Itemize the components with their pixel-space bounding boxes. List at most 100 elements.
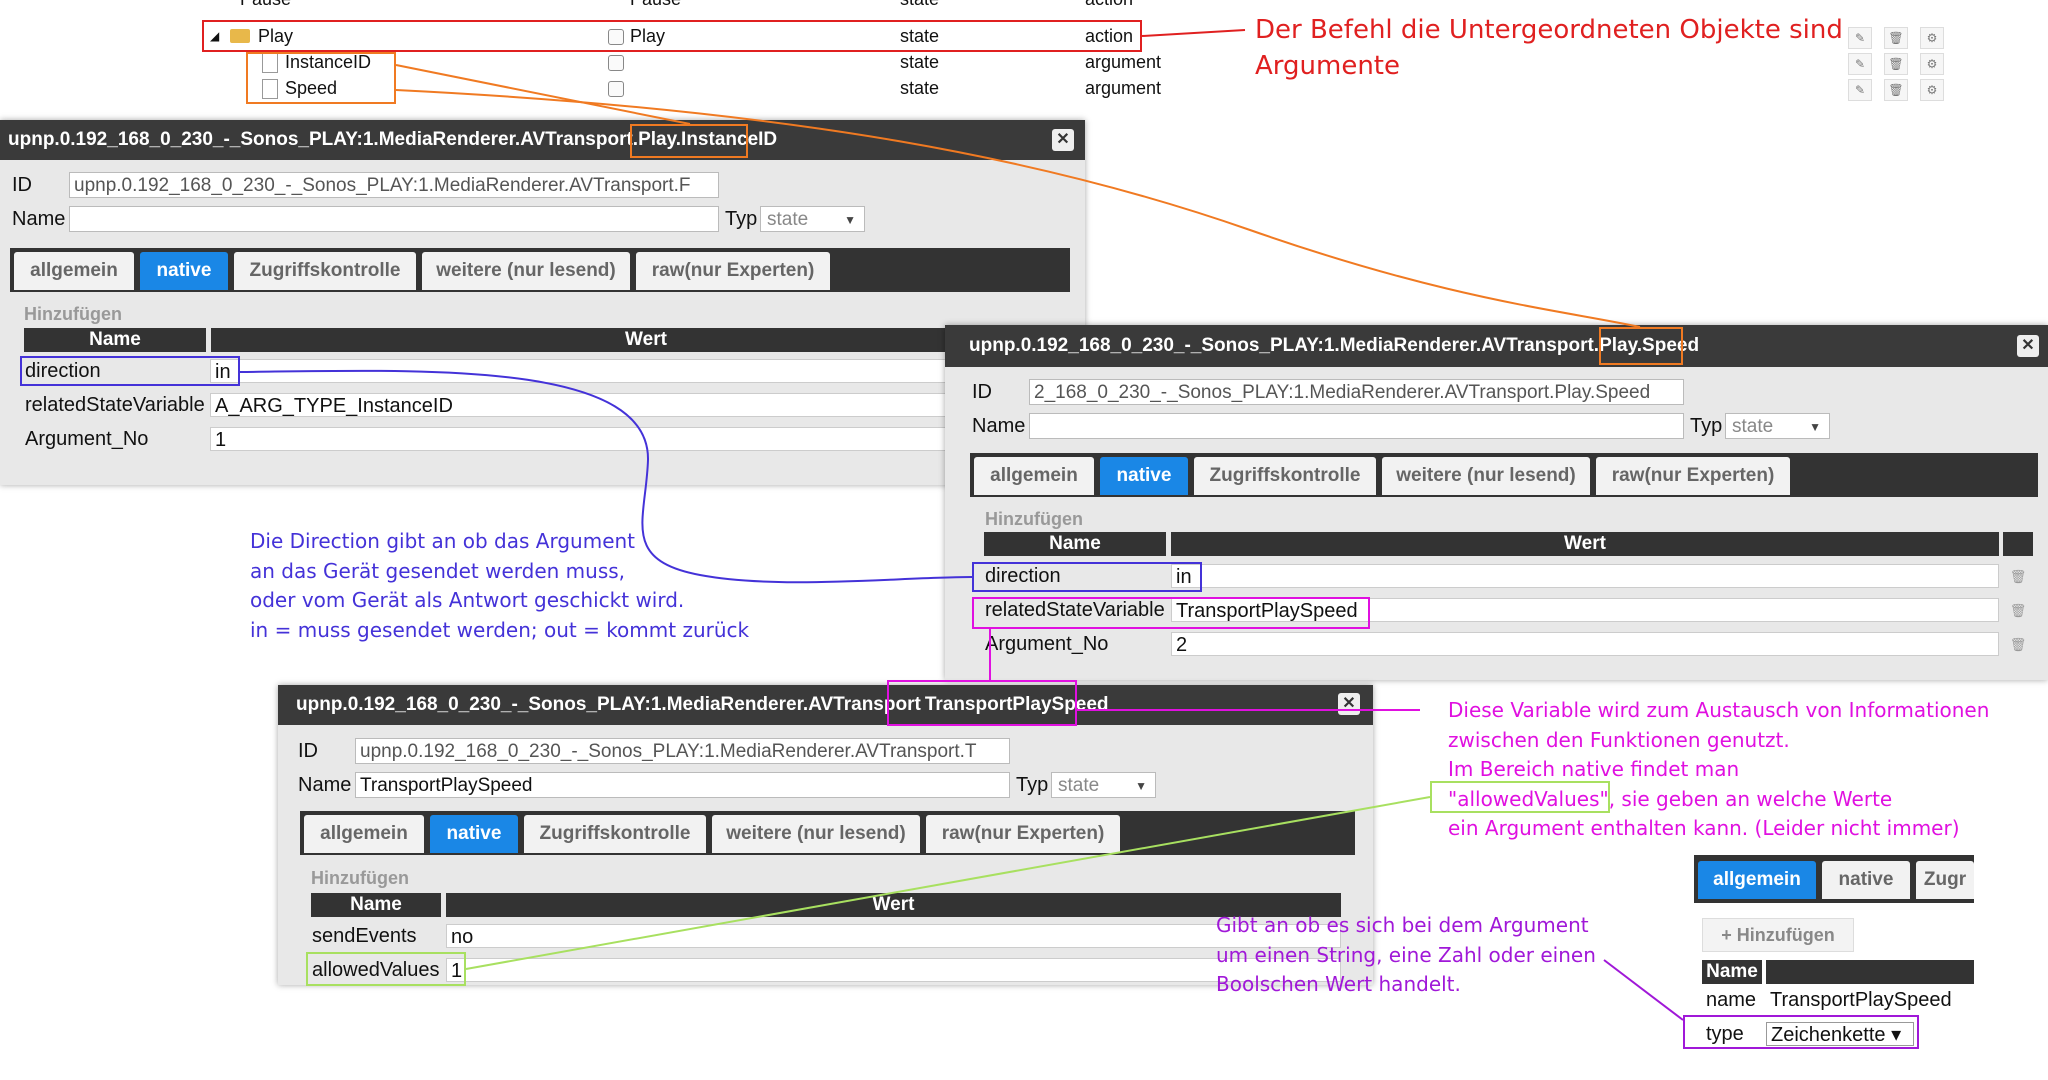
col-value-header: Wert: [446, 893, 1341, 917]
annotation-magenta: Diese Variable wird zum Austausch von In…: [1448, 698, 1990, 840]
dialog-title: upnp.0.192_168_0_230_-_Sonos_PLAY:1.Medi…: [278, 685, 1373, 725]
trash-icon[interactable]: 🗑: [1884, 79, 1908, 101]
id-label: ID: [298, 740, 318, 762]
name-label: Name: [972, 415, 1026, 437]
trash-icon[interactable]: 🗑: [2009, 602, 2027, 620]
tab-zugriffskontrolle[interactable]: Zugr: [1916, 861, 1974, 899]
tab-bar: allgemein native Zugriffskontrolle weite…: [10, 248, 1070, 292]
tab-weitere[interactable]: weitere (nur lesend): [422, 252, 630, 290]
highlight-play-row: [202, 20, 1142, 52]
tab-raw[interactable]: raw(nur Experten): [926, 815, 1120, 853]
tab-native[interactable]: native: [1822, 861, 1910, 899]
table-row[interactable]: Pause Pause state action: [190, 0, 1960, 10]
tree-name: Pause: [240, 0, 291, 10]
typ-select[interactable]: state ▼: [760, 206, 865, 232]
name-field[interactable]: [69, 206, 719, 232]
tab-zugriffskontrolle[interactable]: Zugriffskontrolle: [234, 252, 416, 290]
add-button[interactable]: Hinzufügen: [24, 304, 122, 325]
id-field[interactable]: 2_168_0_230_-_Sonos_PLAY:1.MediaRenderer…: [1029, 379, 1684, 405]
tab-bar: allgemein native Zugriffskontrolle weite…: [300, 811, 1355, 855]
trash-icon[interactable]: 🗑: [1884, 27, 1908, 49]
gear-icon[interactable]: ⚙: [1920, 53, 1944, 75]
highlight-direction-2: [972, 562, 1202, 592]
add-button[interactable]: Hinzufügen: [985, 509, 1083, 530]
row-name: Argument_No: [25, 428, 149, 450]
row-value[interactable]: TransportPlaySpeed: [1766, 988, 1974, 1012]
tab-zugriffskontrolle[interactable]: Zugriffskontrolle: [1194, 457, 1376, 495]
annotation-red: Der Befehl die Untergeordneten Objekte s…: [1255, 15, 1843, 81]
dialog-title: upnp.0.192_168_0_230_-_Sonos_PLAY:1.Medi…: [945, 325, 2048, 367]
tab-raw[interactable]: raw(nur Experten): [1596, 457, 1790, 495]
typ-label: Typ: [1690, 415, 1723, 437]
chevron-down-icon: ▼: [1809, 420, 1821, 434]
gear-icon[interactable]: ⚙: [1920, 27, 1944, 49]
col-name-header: Name: [311, 893, 441, 917]
highlight-direction-1: [20, 356, 240, 386]
name-label: Name: [298, 774, 352, 796]
tab-allgemein[interactable]: allgemein: [14, 252, 134, 290]
row-value[interactable]: no: [446, 924, 1341, 948]
row-name: Argument_No: [985, 633, 1109, 655]
name-field[interactable]: TransportPlaySpeed: [355, 772, 1010, 798]
col-name-header: Name: [24, 328, 206, 352]
id-field[interactable]: upnp.0.192_168_0_230_-_Sonos_PLAY:1.Medi…: [355, 738, 1010, 764]
tab-raw[interactable]: raw(nur Experten): [636, 252, 830, 290]
tree-rolename: argument: [1085, 78, 1162, 98]
tree-rolename: argument: [1085, 52, 1162, 72]
tree-rolename: action: [1085, 0, 1133, 10]
tab-native[interactable]: native: [140, 252, 228, 290]
edit-icon[interactable]: ✎: [1848, 79, 1872, 101]
annotation-blue: Die Direction gibt an ob das Argument an…: [250, 529, 750, 642]
add-button[interactable]: Hinzufügen: [311, 868, 409, 889]
row-name: relatedStateVariable: [25, 394, 205, 416]
name-label: Name: [12, 208, 66, 230]
highlight-instanceid-title: [630, 124, 748, 158]
tab-bar: allgemein native Zugriffskontrolle weite…: [970, 453, 2038, 497]
id-label: ID: [12, 174, 32, 196]
col-value-header: Wert: [1171, 532, 1999, 556]
typ-select[interactable]: state ▼: [1051, 772, 1156, 798]
dialog-instanceid: upnp.0.192_168_0_230_-_Sonos_PLAY:1.Medi…: [0, 120, 1085, 485]
trash-icon[interactable]: 🗑: [2009, 568, 2027, 586]
highlight-transportplayspeed-title: [887, 680, 1077, 726]
close-icon[interactable]: ✕: [2017, 335, 2039, 357]
tab-zugriffskontrolle[interactable]: Zugriffskontrolle: [524, 815, 706, 853]
name-field[interactable]: [1029, 413, 1684, 439]
role-icon: [608, 81, 624, 97]
edit-icon[interactable]: ✎: [1848, 53, 1872, 75]
col-name-header: Name: [984, 532, 1166, 556]
chevron-down-icon: ▼: [1135, 779, 1147, 793]
tab-allgemein[interactable]: allgemein: [974, 457, 1094, 495]
id-field[interactable]: upnp.0.192_168_0_230_-_Sonos_PLAY:1.Medi…: [69, 172, 719, 198]
row-name: sendEvents: [312, 925, 417, 947]
tab-native[interactable]: native: [430, 815, 518, 853]
dialog-title: upnp.0.192_168_0_230_-_Sonos_PLAY:1.Medi…: [0, 120, 1085, 160]
col-value-header: [1766, 960, 1974, 984]
col-name-header: Name: [1702, 960, 1762, 984]
close-icon[interactable]: ✕: [1052, 129, 1074, 151]
chevron-down-icon: ▼: [844, 213, 856, 227]
highlight-allowedvalues-row: [306, 952, 466, 986]
edit-icon[interactable]: ✎: [1848, 27, 1872, 49]
row-value[interactable]: 2: [1171, 632, 1999, 656]
tree-role: Pause: [630, 0, 681, 10]
tab-weitere[interactable]: weitere (nur lesend): [1382, 457, 1590, 495]
typ-select[interactable]: state ▼: [1725, 413, 1830, 439]
tab-allgemein[interactable]: allgemein: [1698, 861, 1816, 899]
tab-bar: allgemein native Zugr: [1694, 855, 1974, 903]
gear-icon[interactable]: ⚙: [1920, 79, 1944, 101]
trash-icon[interactable]: 🗑: [1884, 53, 1908, 75]
tab-allgemein[interactable]: allgemein: [304, 815, 424, 853]
tree-type: state: [900, 0, 939, 10]
tab-weitere[interactable]: weitere (nur lesend): [712, 815, 920, 853]
highlight-relatedstatevariable: [972, 597, 1370, 629]
id-label: ID: [972, 381, 992, 403]
trash-icon[interactable]: 🗑: [2009, 636, 2027, 654]
row-value[interactable]: 1: [446, 958, 1341, 982]
add-button[interactable]: + Hinzufügen: [1702, 918, 1854, 952]
tab-native[interactable]: native: [1100, 457, 1188, 495]
row-value[interactable]: in: [1171, 564, 1999, 588]
typ-label: Typ: [1016, 774, 1049, 796]
tree-type: state: [900, 78, 940, 98]
close-icon[interactable]: ✕: [1338, 693, 1360, 715]
